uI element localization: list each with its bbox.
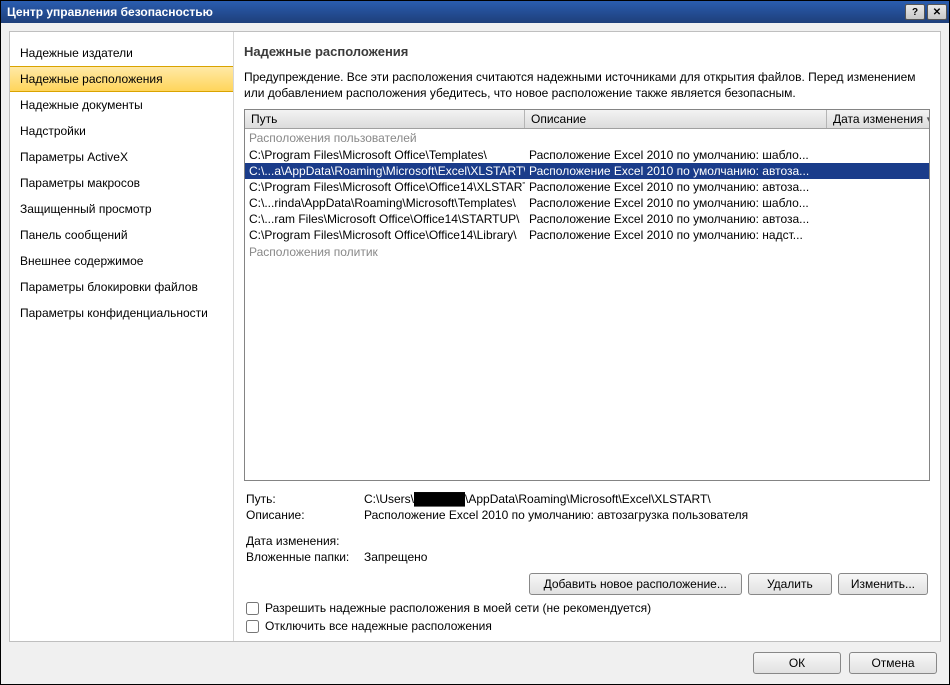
window-title: Центр управления безопасностью [7, 5, 213, 19]
warning-text: Предупреждение. Все эти расположения счи… [244, 69, 930, 109]
details-panel: Путь: C:\Users\██████\AppData\Roaming\Mi… [244, 481, 930, 565]
cell-path: C:\Program Files\Microsoft Office\Office… [245, 179, 525, 195]
table-row[interactable]: C:\Program Files\Microsoft Office\Office… [245, 179, 929, 195]
sidebar: Надежные издателиНадежные расположенияНа… [10, 32, 234, 641]
detail-subfolders-label: Вложенные папки: [246, 550, 364, 564]
dialog-body: Надежные издателиНадежные расположенияНа… [1, 23, 949, 684]
detail-subfolders-value: Запрещено [364, 550, 928, 564]
table-group-0: Расположения пользователей [245, 129, 929, 147]
cell-desc: Расположение Excel 2010 по умолчанию: ав… [525, 179, 827, 195]
cell-desc: Расположение Excel 2010 по умолчанию: ав… [525, 211, 827, 227]
cell-path: C:\Program Files\Microsoft Office\Office… [245, 227, 525, 243]
sidebar-item-4[interactable]: Параметры ActiveX [10, 144, 233, 170]
cell-date [827, 179, 929, 195]
help-icon: ? [912, 7, 918, 18]
main-area: Надежные издателиНадежные расположенияНа… [9, 31, 941, 642]
locations-table: Путь Описание Дата изменения ▼ Расположе… [244, 109, 930, 481]
delete-location-button[interactable]: Удалить [748, 573, 832, 595]
cell-path: C:\...a\AppData\Roaming\Microsoft\Excel\… [245, 163, 525, 179]
table-row[interactable]: C:\Program Files\Microsoft Office\Office… [245, 227, 929, 243]
cell-date [827, 211, 929, 227]
sidebar-item-5[interactable]: Параметры макросов [10, 170, 233, 196]
sidebar-item-7[interactable]: Панель сообщений [10, 222, 233, 248]
cell-date [827, 163, 929, 179]
disable-all-label: Отключить все надежные расположения [265, 619, 492, 633]
cell-path: C:\Program Files\Microsoft Office\Templa… [245, 147, 525, 163]
table-header: Путь Описание Дата изменения ▼ [245, 110, 929, 129]
cell-desc: Расположение Excel 2010 по умолчанию: ав… [525, 163, 827, 179]
sidebar-item-9[interactable]: Параметры блокировки файлов [10, 274, 233, 300]
table-body: Расположения пользователейC:\Program Fil… [245, 129, 929, 480]
detail-path-label: Путь: [246, 492, 364, 506]
col-date-label: Дата изменения [833, 112, 923, 126]
help-button[interactable]: ? [905, 4, 925, 20]
sidebar-item-10[interactable]: Параметры конфиденциальности [10, 300, 233, 326]
ok-button[interactable]: ОК [753, 652, 841, 674]
table-row[interactable]: C:\...a\AppData\Roaming\Microsoft\Excel\… [245, 163, 929, 179]
sidebar-item-3[interactable]: Надстройки [10, 118, 233, 144]
sidebar-item-1[interactable]: Надежные расположения [10, 66, 233, 92]
table-group-1: Расположения политик [245, 243, 929, 261]
allow-network-row: Разрешить надежные расположения в моей с… [244, 599, 930, 617]
cancel-button[interactable]: Отмена [849, 652, 937, 674]
sidebar-item-0[interactable]: Надежные издатели [10, 40, 233, 66]
table-row[interactable]: C:\...rinda\AppData\Roaming\Microsoft\Te… [245, 195, 929, 211]
sidebar-item-2[interactable]: Надежные документы [10, 92, 233, 118]
detail-date-value [364, 534, 928, 548]
cell-date [827, 195, 929, 211]
dialog-footer: ОК Отмена [9, 642, 941, 676]
cell-desc: Расположение Excel 2010 по умолчанию: ша… [525, 147, 827, 163]
location-buttons: Добавить новое расположение... Удалить И… [244, 565, 930, 599]
col-date[interactable]: Дата изменения ▼ [827, 110, 929, 128]
col-desc[interactable]: Описание [525, 110, 827, 128]
detail-desc-value: Расположение Excel 2010 по умолчанию: ав… [364, 508, 928, 522]
cell-date [827, 227, 929, 243]
cell-path: C:\...ram Files\Microsoft Office\Office1… [245, 211, 525, 227]
disable-all-checkbox[interactable] [246, 620, 259, 633]
cell-path: C:\...rinda\AppData\Roaming\Microsoft\Te… [245, 195, 525, 211]
close-icon: ✕ [933, 7, 941, 18]
allow-network-label: Разрешить надежные расположения в моей с… [265, 601, 651, 615]
detail-desc-label: Описание: [246, 508, 364, 522]
allow-network-checkbox[interactable] [246, 602, 259, 615]
content-pane: Надежные расположения Предупреждение. Вс… [234, 32, 940, 641]
table-row[interactable]: C:\Program Files\Microsoft Office\Templa… [245, 147, 929, 163]
sidebar-item-6[interactable]: Защищенный просмотр [10, 196, 233, 222]
detail-date-label: Дата изменения: [246, 534, 364, 548]
cell-desc: Расположение Excel 2010 по умолчанию: на… [525, 227, 827, 243]
disable-all-row: Отключить все надежные расположения [244, 617, 930, 635]
edit-location-button[interactable]: Изменить... [838, 573, 928, 595]
table-row[interactable]: C:\...ram Files\Microsoft Office\Office1… [245, 211, 929, 227]
col-path[interactable]: Путь [245, 110, 525, 128]
titlebar: Центр управления безопасностью ? ✕ [1, 1, 949, 23]
section-title: Надежные расположения [244, 40, 930, 69]
add-location-button[interactable]: Добавить новое расположение... [529, 573, 742, 595]
close-button[interactable]: ✕ [927, 4, 947, 20]
sort-icon: ▼ [925, 115, 929, 124]
cell-desc: Расположение Excel 2010 по умолчанию: ша… [525, 195, 827, 211]
sidebar-item-8[interactable]: Внешнее содержимое [10, 248, 233, 274]
detail-path-value: C:\Users\██████\AppData\Roaming\Microsof… [364, 492, 928, 506]
cell-date [827, 147, 929, 163]
